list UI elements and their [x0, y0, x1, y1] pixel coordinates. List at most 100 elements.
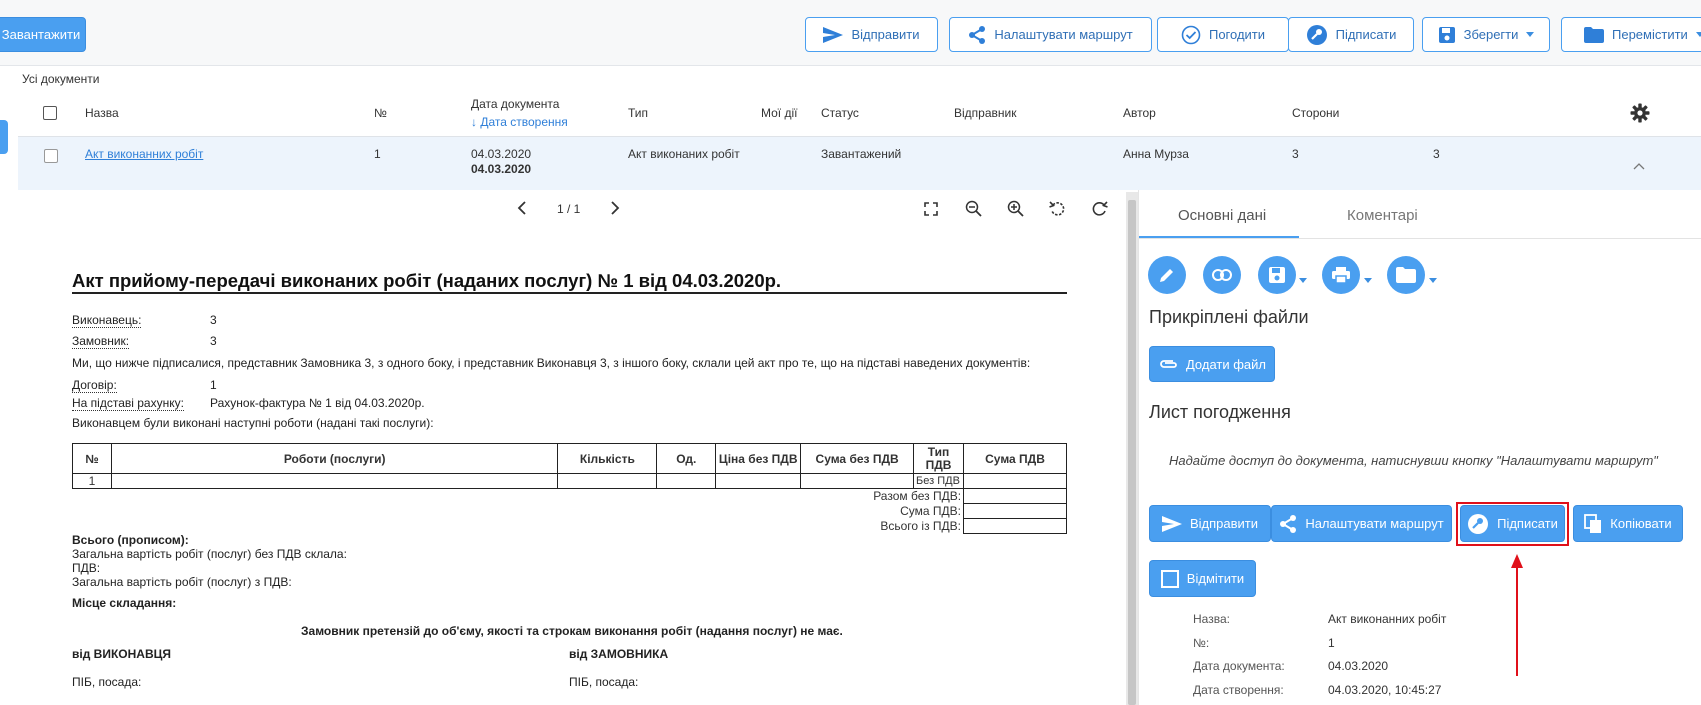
sidebar-toggle[interactable] [0, 120, 8, 154]
row-doc-date: 04.03.2020 [471, 147, 532, 161]
works-intro: Виконавцем були виконані наступні роботи… [72, 416, 434, 430]
select-all-checkbox[interactable] [43, 106, 57, 120]
total-words-label: Всього (прописом): [72, 533, 189, 547]
save-menu-button[interactable] [1258, 256, 1296, 294]
works-col-vat-sum: Сума ПДВ [963, 443, 1067, 474]
works-col-unit: Од. [656, 443, 717, 474]
viewer-scrollbar-thumb[interactable] [1128, 200, 1136, 705]
column-parties[interactable]: Сторони [1292, 106, 1339, 120]
invoice-label: На підставі рахунку: [72, 396, 184, 411]
folder-icon [1396, 267, 1416, 283]
place-label: Місце складання: [72, 596, 177, 610]
from-executor: від ВИКОНАВЦЯ [72, 647, 171, 661]
meta-created-value: 04.03.2020, 10:45:27 [1328, 683, 1442, 697]
chevron-down-icon [1526, 32, 1535, 37]
next-page-icon[interactable] [610, 201, 620, 215]
chevron-up-icon[interactable] [1633, 162, 1645, 170]
annotation-arrow [1511, 554, 1523, 676]
panel-sign-label: Підписати [1497, 516, 1558, 531]
chevron-down-icon[interactable] [1429, 278, 1437, 283]
works-col-sum: Сума без ПДВ [800, 443, 915, 474]
column-status[interactable]: Статус [821, 106, 859, 120]
column-name[interactable]: Назва [85, 106, 119, 120]
settings-gear-icon[interactable] [1630, 103, 1650, 123]
total-cost-without-vat: Загальна вартість робіт (послуг) без ПДВ… [72, 547, 347, 561]
breadcrumb[interactable]: Усі документи [22, 72, 100, 86]
row-number: 1 [374, 147, 381, 161]
row-parties: 3 [1292, 147, 1299, 161]
share-icon [969, 25, 986, 44]
panel-mark-label: Відмітити [1186, 571, 1245, 586]
panel-send-button[interactable]: Відправити [1149, 505, 1271, 542]
column-sender[interactable]: Відправник [954, 106, 1016, 120]
meta-doc-date-value: 04.03.2020 [1328, 659, 1389, 673]
row-created-date: 04.03.2020 [471, 162, 532, 176]
column-type[interactable]: Тип [628, 106, 648, 120]
works-col-number: № [72, 443, 112, 474]
panel-send-label: Відправити [1189, 516, 1259, 531]
total-without-vat-label: Разом без ПДВ: [873, 489, 962, 504]
works-col-vat-type: Тип ПДВ [913, 443, 965, 474]
zoom-in-icon[interactable] [1007, 200, 1024, 217]
column-created-date-sort[interactable]: ↓ Дата створення [471, 115, 568, 129]
sign-button-label: Підписати [1335, 27, 1397, 42]
total-cost-with-vat: Загальна вартість робіт (послуг) з ПДВ: [72, 575, 292, 589]
document-name-link[interactable]: Акт виконанних робіт [85, 147, 203, 161]
column-doc-date[interactable]: Дата документа [471, 97, 559, 111]
add-file-button[interactable]: Додати файл [1149, 346, 1275, 382]
folder-menu-button[interactable] [1387, 256, 1425, 294]
contract-value: 1 [210, 378, 217, 392]
executor-label: Виконавець: [72, 313, 142, 328]
route-button[interactable]: Налаштувати маршрут [949, 17, 1152, 52]
sign-key-icon [1468, 513, 1489, 534]
chevron-down-icon[interactable] [1364, 278, 1372, 283]
rotate-right-icon[interactable] [1091, 200, 1108, 217]
meta-doc-date-label: Дата документа: [1193, 659, 1285, 673]
column-author[interactable]: Автор [1123, 106, 1156, 120]
row-status: Завантажений [821, 147, 902, 161]
row-author: Анна Мурза [1123, 147, 1189, 161]
approval-sheet-title: Лист погодження [1149, 402, 1291, 422]
works-col-quantity: Кількість [557, 443, 658, 474]
edit-button[interactable] [1148, 256, 1186, 294]
customer-name-position: ПІБ, посада: [569, 675, 639, 689]
customer-label: Замовник: [72, 334, 130, 349]
zoom-out-icon[interactable] [965, 200, 982, 217]
customer-value: 3 [210, 334, 217, 348]
link-button[interactable] [1203, 256, 1241, 294]
table-row[interactable]: Акт виконанних робіт 1 04.03.2020 04.03.… [18, 137, 1701, 191]
chevron-down-icon[interactable] [1299, 278, 1307, 283]
works-table-header: № Роботи (послуги) Кількість Од. Ціна бе… [72, 443, 1067, 474]
meta-number-value: 1 [1328, 636, 1335, 650]
column-my-actions[interactable]: Мої дії [761, 106, 797, 120]
save-button[interactable]: Зберегти [1422, 17, 1550, 52]
print-button[interactable] [1322, 256, 1360, 294]
send-button[interactable]: Відправити [805, 17, 938, 52]
save-button-label: Зберегти [1463, 27, 1519, 42]
upload-button[interactable]: Завантажити [0, 17, 86, 52]
panel-copy-label: Копіювати [1610, 516, 1672, 531]
column-number[interactable]: № [374, 106, 387, 120]
executor-value: 3 [210, 313, 217, 327]
panel-mark-button[interactable]: Відмітити [1149, 560, 1256, 597]
panel-copy-button[interactable]: Копіювати [1573, 505, 1683, 542]
printer-icon [1332, 267, 1350, 284]
sign-button[interactable]: Підписати [1288, 17, 1414, 52]
link-icon [1212, 269, 1232, 281]
move-button[interactable]: Перемістити [1561, 17, 1701, 52]
panel-route-label: Налаштувати маршрут [1305, 516, 1444, 531]
fullscreen-icon[interactable] [924, 202, 938, 216]
rotate-left-icon[interactable] [1049, 200, 1066, 217]
approve-button[interactable]: Погодити [1157, 17, 1289, 52]
panel-route-button[interactable]: Налаштувати маршрут [1271, 505, 1452, 542]
tab-main-data[interactable]: Основні дані [1178, 207, 1266, 224]
table-header: Назва № Дата документа ↓ Дата створення … [18, 91, 1701, 137]
row-checkbox[interactable] [44, 149, 58, 163]
tab-comments[interactable]: Коментарі [1347, 207, 1418, 224]
prev-page-icon[interactable] [517, 201, 527, 215]
panel-sign-button[interactable]: Підписати [1460, 505, 1565, 542]
works-table: № Роботи (послуги) Кількість Од. Ціна бе… [72, 443, 1067, 534]
floppy-icon [1438, 26, 1455, 43]
works-col-price: Ціна без ПДВ [715, 443, 802, 474]
invoice-value: Рахунок-фактура № 1 від 04.03.2020р. [210, 396, 425, 410]
